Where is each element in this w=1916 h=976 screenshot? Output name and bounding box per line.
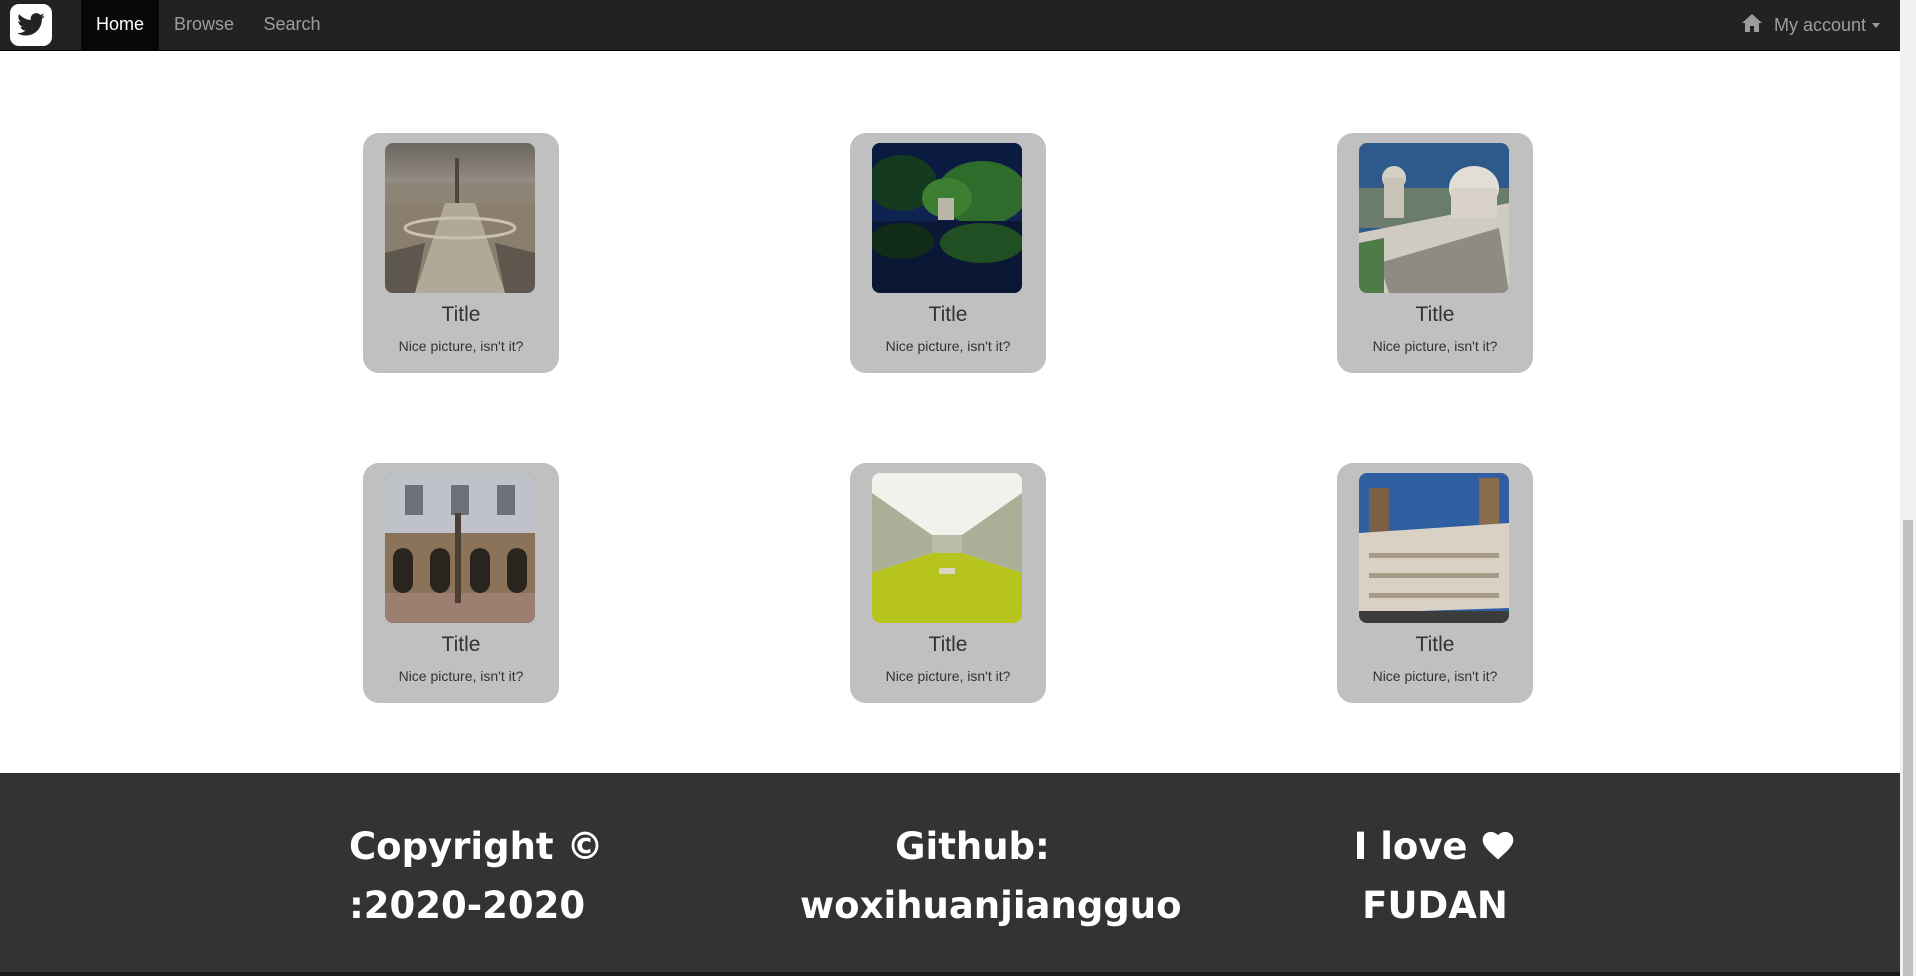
footer: Copyright © :2020-2020 Github: woxihuanj… — [0, 773, 1900, 976]
card-title: Title — [928, 633, 968, 656]
copyright-years: :2020-2020 — [349, 884, 586, 927]
my-account-dropdown[interactable]: My account — [1741, 0, 1880, 50]
love-block: I love FUDAN — [1340, 817, 1530, 935]
card-title: Title — [928, 303, 968, 326]
gallery-card[interactable]: Title Nice picture, isn't it? — [1337, 463, 1533, 703]
card-image[interactable] — [1359, 143, 1509, 293]
heart-icon — [1480, 825, 1516, 868]
gallery-card[interactable]: Title Nice picture, isn't it? — [363, 133, 559, 373]
card-title: Title — [1415, 633, 1455, 656]
card-caption: Nice picture, isn't it? — [885, 338, 1011, 354]
caret-down-icon — [1872, 23, 1880, 29]
card-title: Title — [441, 633, 481, 656]
gallery-card[interactable]: Title Nice picture, isn't it? — [1337, 133, 1533, 373]
gallery-card[interactable]: Title Nice picture, isn't it? — [363, 463, 559, 703]
card-image[interactable] — [872, 473, 1022, 623]
github-username[interactable]: woxihuanjiangguo — [800, 876, 1182, 935]
card-caption: Nice picture, isn't it? — [398, 338, 524, 354]
nav-home[interactable]: Home — [81, 0, 159, 50]
card-title: Title — [1415, 303, 1455, 326]
nav-search[interactable]: Search — [249, 0, 335, 50]
nav-browse[interactable]: Browse — [159, 0, 249, 50]
vertical-scrollbar[interactable] — [1900, 0, 1916, 976]
github-block: Github: woxihuanjiangguo — [800, 817, 1182, 935]
card-title: Title — [441, 303, 481, 326]
love-target: FUDAN — [1362, 884, 1508, 927]
my-account-label: My account — [1773, 14, 1866, 35]
card-caption: Nice picture, isn't it? — [885, 668, 1011, 684]
card-caption: Nice picture, isn't it? — [398, 668, 524, 684]
card-caption: Nice picture, isn't it? — [1372, 338, 1498, 354]
gallery-card[interactable]: Title Nice picture, isn't it? — [850, 463, 1046, 703]
card-image[interactable] — [1359, 473, 1509, 623]
twitter-bird-icon[interactable] — [10, 4, 52, 46]
scrollbar-thumb[interactable] — [1903, 520, 1913, 976]
card-caption: Nice picture, isn't it? — [1372, 668, 1498, 684]
top-navbar: Home Browse Search My account — [0, 0, 1900, 51]
love-text: I love — [1353, 825, 1468, 868]
card-image[interactable] — [385, 143, 535, 293]
card-image[interactable] — [385, 473, 535, 623]
github-label: Github: — [895, 825, 1050, 868]
copyright-line: Copyright © — [349, 825, 604, 868]
copyright-block: Copyright © :2020-2020 — [349, 817, 604, 935]
gallery-card[interactable]: Title Nice picture, isn't it? — [850, 133, 1046, 373]
home-icon — [1741, 13, 1762, 37]
bottom-strip — [0, 972, 1900, 976]
card-image[interactable] — [872, 143, 1022, 293]
